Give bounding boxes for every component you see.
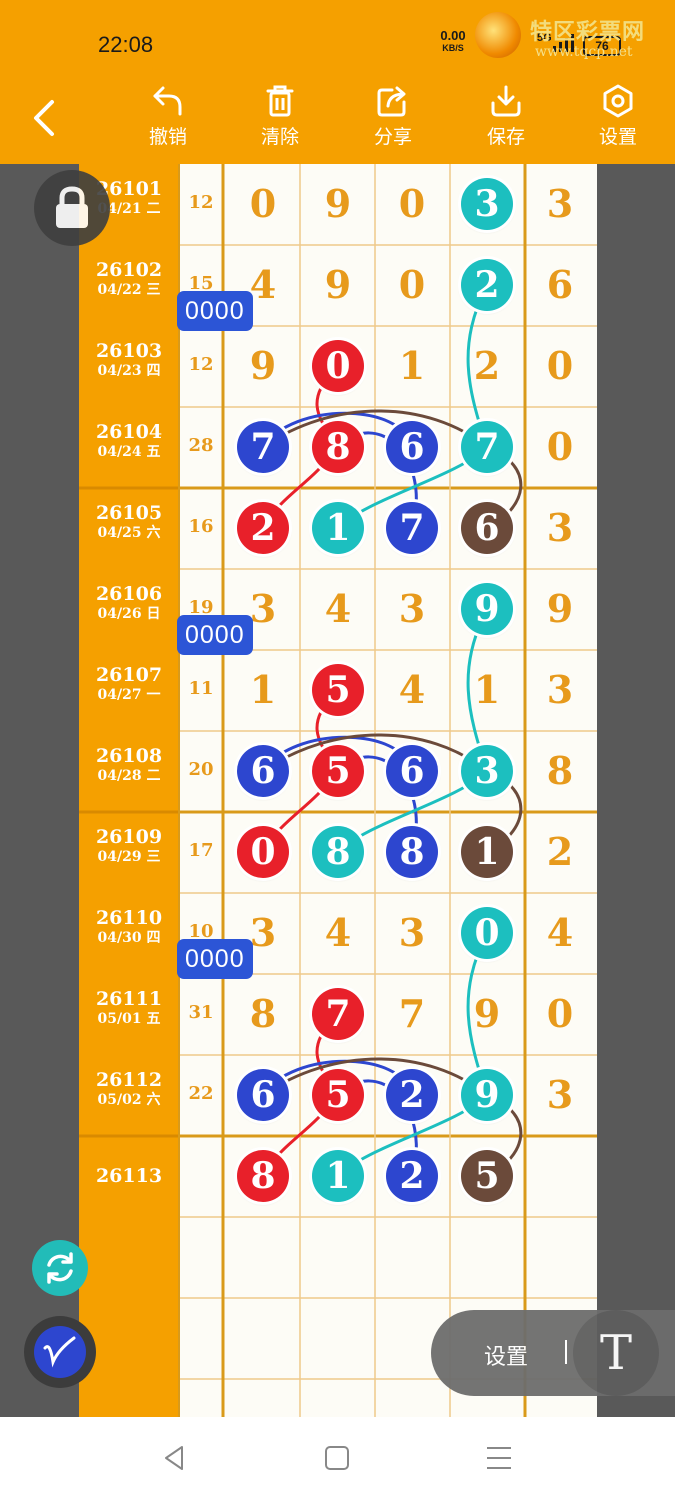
save-button[interactable]: 保存 [466,84,546,149]
highlight-ball[interactable]: 2 [386,1069,438,1121]
highlight-ball[interactable]: 0 [312,340,364,392]
back-arrow-icon[interactable] [28,98,62,138]
highlight-ball[interactable]: 6 [237,1069,289,1121]
code-tag[interactable]: 0000 [177,615,253,655]
highlight-ball[interactable]: 5 [461,1150,513,1202]
highlight-ball[interactable]: 7 [386,502,438,554]
lock-icon [56,186,88,228]
settings-label: 设置 [598,126,637,148]
highlight-ball[interactable]: 9 [461,583,513,635]
text-tool-icon: T [599,1325,632,1381]
highlight-ball[interactable]: 5 [312,745,364,797]
highlight-ball[interactable]: 3 [461,178,513,230]
settings-pill: 设置 T [431,1310,675,1396]
undo-button[interactable]: 撤销 [128,84,208,149]
highlight-ball[interactable]: 2 [386,1150,438,1202]
highlight-ball[interactable]: 2 [237,502,289,554]
refresh-icon [47,1252,73,1284]
download-icon [491,85,521,117]
clear-label: 清除 [260,126,299,148]
gear-icon [603,84,633,118]
watermark-url: www.tqcp.net [535,44,633,60]
highlight-ball[interactable]: 0 [237,826,289,878]
home-icon[interactable] [322,1443,352,1473]
pen-tool-button[interactable] [24,1316,96,1388]
watermark-logo-icon [475,12,521,58]
highlight-ball[interactable]: 5 [312,664,364,716]
highlight-ball[interactable]: 6 [386,745,438,797]
highlight-ball[interactable]: 8 [312,421,364,473]
highlight-ball[interactable]: 9 [461,1069,513,1121]
highlight-ball[interactable]: 8 [312,826,364,878]
net-speed-unit: KB/S [442,43,464,53]
share-label: 分享 [373,126,412,148]
menu-icon[interactable] [484,1443,514,1473]
highlight-ball[interactable]: 1 [312,1150,364,1202]
highlight-ball[interactable]: 0 [461,907,513,959]
highlight-ball[interactable]: 1 [461,826,513,878]
highlight-ball[interactable]: 2 [461,259,513,311]
text-tool-button[interactable]: T [573,1310,659,1396]
highlight-ball[interactable]: 7 [237,421,289,473]
settings-pill-label[interactable]: 设置 [484,1339,528,1371]
pen-tool-inner [34,1326,86,1378]
trash-icon [266,85,294,117]
save-label: 保存 [486,126,525,148]
highlight-ball[interactable]: 1 [312,502,364,554]
highlight-ball[interactable]: 6 [461,502,513,554]
highlight-ball[interactable]: 3 [461,745,513,797]
undo-icon [153,86,182,116]
net-speed-value: 0.00 [440,28,466,43]
watermark-site-name: 特区彩票网 [530,20,646,45]
top-bar: 22:08 0.00 KB/S 5G 76 特区彩票网 www.tqcp.net [0,0,675,164]
highlight-ball[interactable]: 8 [237,1150,289,1202]
share-icon [377,86,406,117]
system-nav-bar [0,1417,675,1500]
code-tag[interactable]: 0000 [177,291,253,331]
refresh-button[interactable] [32,1240,88,1296]
undo-label: 撤销 [148,126,187,148]
settings-separator [565,1340,567,1364]
net-speed: 0.00 KB/S [435,28,471,54]
trend-board[interactable]: 26101 04/21 二 12 0 9 0 3 26102 04/22 三 15 4 9 0 6 2610… [79,164,597,1417]
highlight-ball[interactable]: 8 [386,826,438,878]
watermark: 特区彩票网 www.tqcp.net [475,8,675,68]
code-tag[interactable]: 0000 [177,939,253,979]
highlight-ball[interactable]: 7 [312,988,364,1040]
lock-button[interactable] [34,170,110,246]
back-icon[interactable] [160,1443,190,1473]
pen-icon [43,1336,76,1368]
highlight-ball[interactable]: 6 [237,745,289,797]
highlight-ball[interactable]: 5 [312,1069,364,1121]
share-button[interactable]: 分享 [353,84,433,149]
clear-button[interactable]: 清除 [240,84,320,149]
highlight-ball[interactable]: 7 [461,421,513,473]
highlight-ball[interactable]: 6 [386,421,438,473]
settings-button[interactable]: 设置 [578,84,658,149]
status-time: 22:08 [98,32,154,57]
